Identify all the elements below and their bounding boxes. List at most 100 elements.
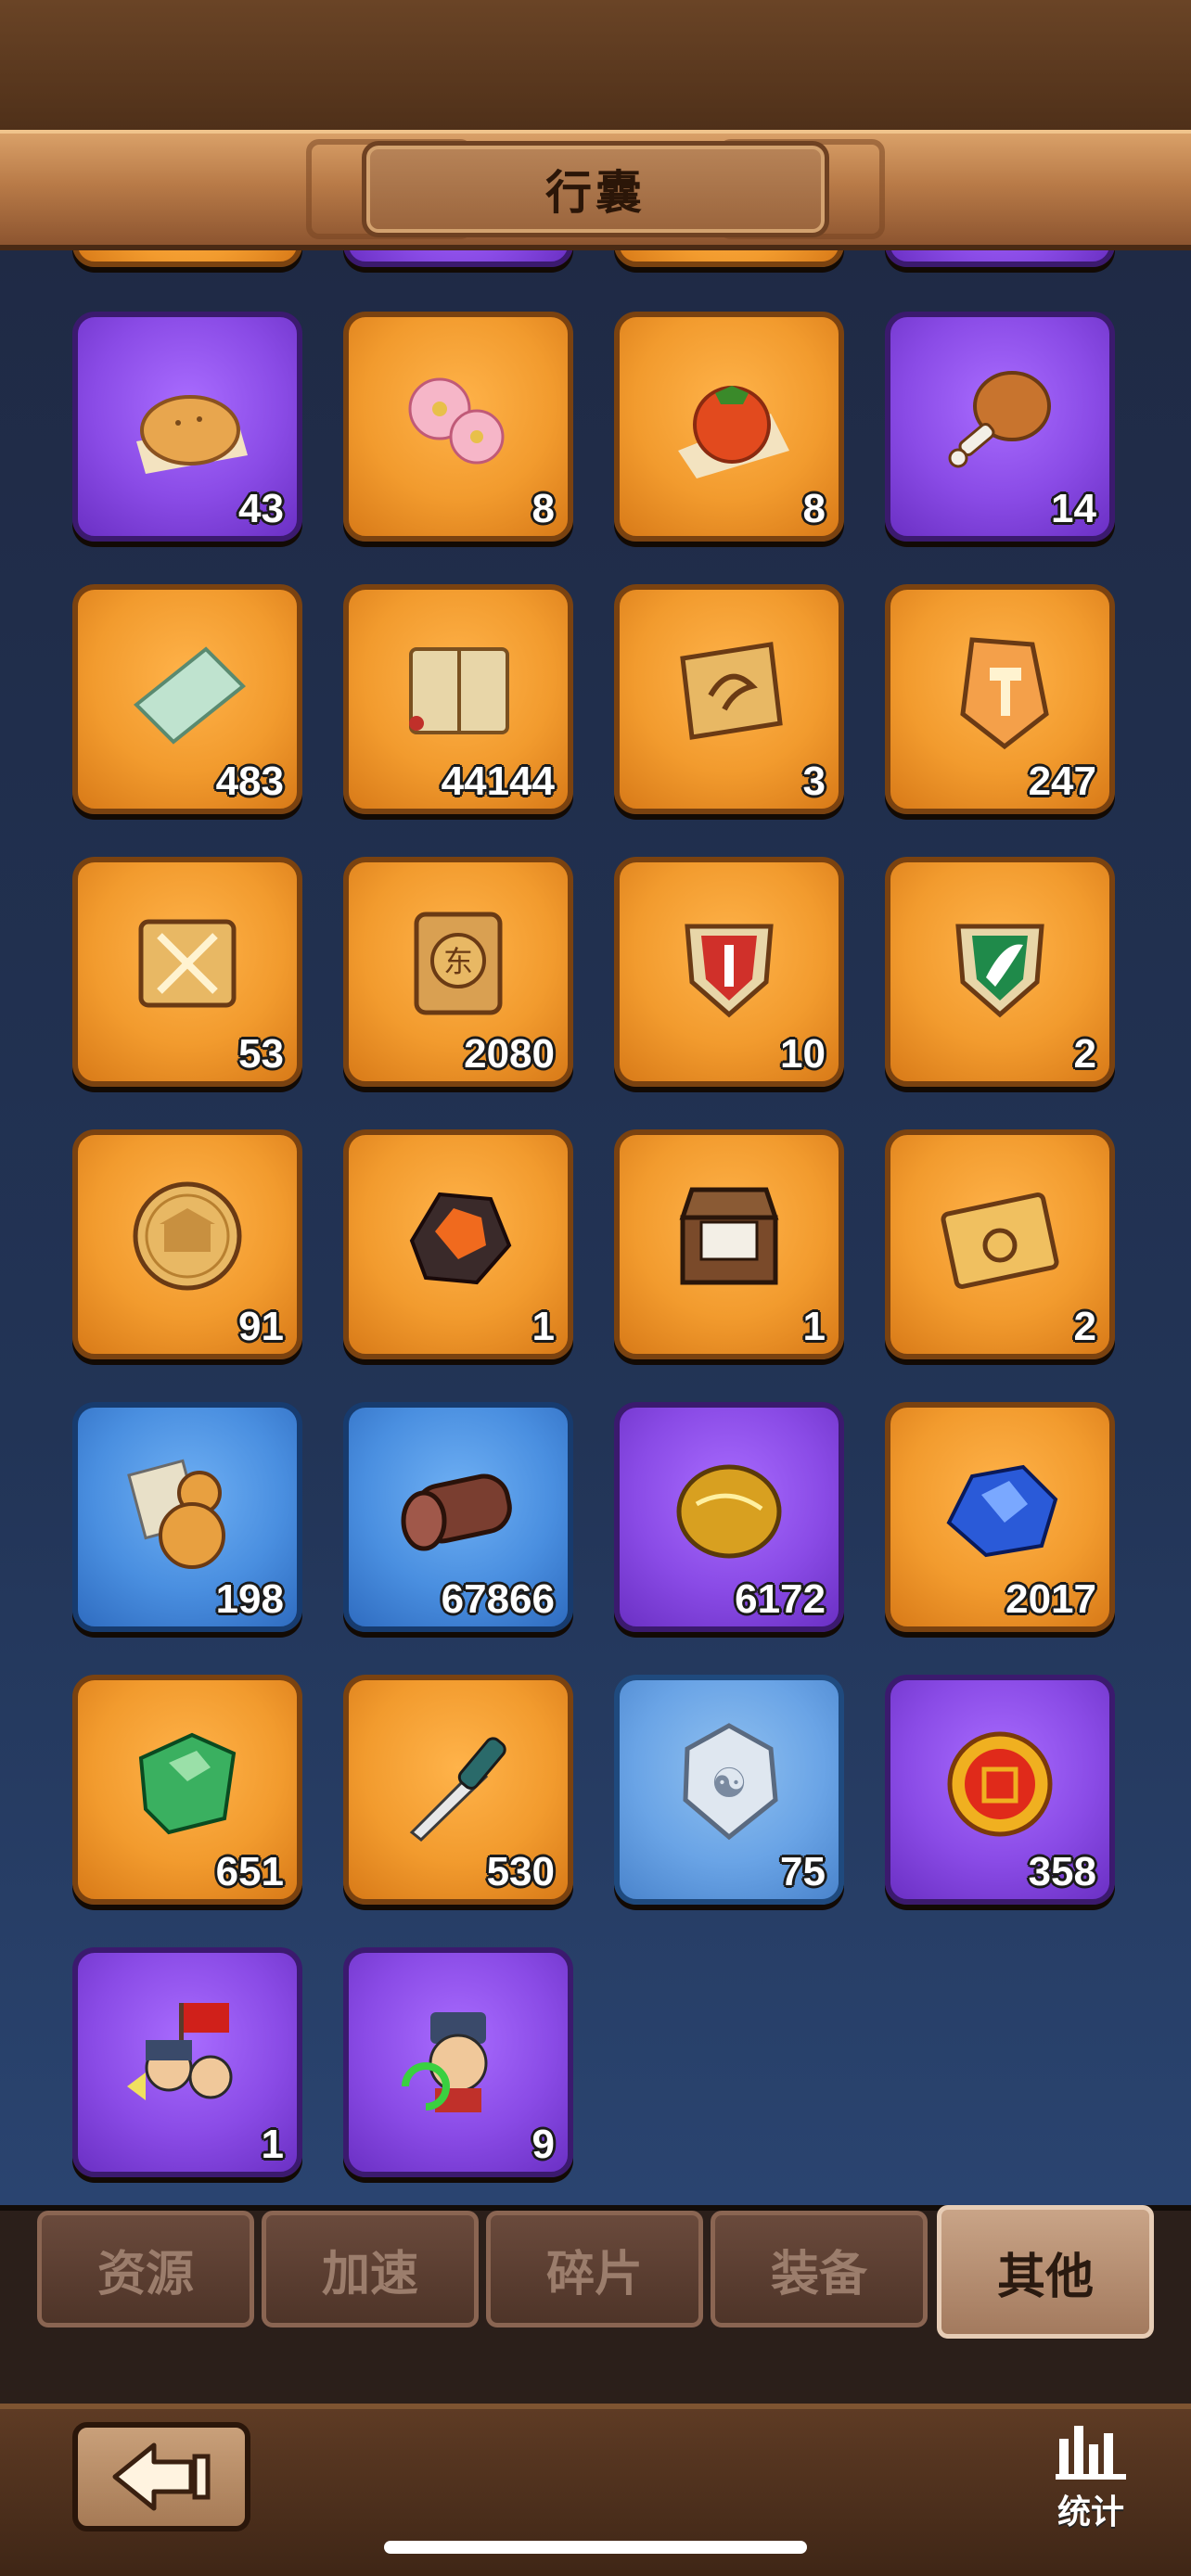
svg-text:东: 东 (443, 944, 473, 979)
gold-coin-icon (118, 1167, 257, 1306)
inventory-item[interactable]: 43 (72, 312, 302, 542)
home-indicator[interactable] (384, 2541, 807, 2554)
tiger-emblem-icon (660, 621, 799, 760)
inventory-item[interactable]: 6172 (614, 1402, 844, 1632)
plum-blossom-icon (389, 349, 528, 488)
inventory-item[interactable]: ☯ 75 (614, 1675, 844, 1905)
item-count: 8 (802, 486, 826, 531)
inventory-item[interactable]: 3 (614, 584, 844, 814)
gold-ore-icon (660, 1439, 799, 1578)
item-count: 1 (802, 1304, 826, 1349)
jade-slab-icon (118, 621, 257, 760)
lava-ore-icon (389, 1167, 528, 1306)
back-button[interactable] (72, 2422, 250, 2531)
wood-log-icon (389, 1439, 528, 1578)
inventory-item[interactable]: 8 (614, 312, 844, 542)
inventory-item[interactable]: 1 (343, 1129, 573, 1359)
item-count: 67866 (441, 1576, 555, 1622)
item-count: 1 (261, 2122, 284, 2167)
item-count: 651 (215, 1849, 284, 1894)
tab-label: 加速 (321, 2247, 418, 2302)
inventory-item[interactable]: 1 (72, 1947, 302, 2177)
item-count: 198 (215, 1576, 284, 1622)
tab-resources[interactable]: 资源 (37, 2211, 254, 2327)
stats-label: 统计 (1057, 2493, 1124, 2531)
inventory-item[interactable]: 2 (885, 857, 1115, 1087)
inventory-item[interactable]: 67866 (343, 1402, 573, 1632)
inventory-item[interactable]: 9 (343, 1947, 573, 2177)
item-count: 91 (238, 1304, 284, 1349)
inventory-item[interactable]: 44144 (343, 584, 573, 814)
silver-badge-icon: ☯ (660, 1712, 799, 1851)
inventory-item-partial[interactable] (885, 250, 1115, 267)
svg-text:☯: ☯ (711, 1760, 747, 1807)
item-count: 75 (780, 1849, 826, 1894)
item-count: 14 (1051, 486, 1096, 531)
item-count: 2080 (464, 1031, 555, 1077)
item-count: 43 (238, 486, 284, 531)
inventory-item[interactable]: 483 (72, 584, 302, 814)
persimmon-icon (660, 349, 799, 488)
inventory-item-partial[interactable] (343, 250, 573, 267)
tab-label: 其他 (996, 2250, 1094, 2304)
item-count: 530 (486, 1849, 555, 1894)
inventory-item[interactable]: 247 (885, 584, 1115, 814)
item-count: 2 (1073, 1031, 1096, 1077)
green-shield-icon (930, 894, 1069, 1033)
inventory-item[interactable]: 358 (885, 1675, 1115, 1905)
chicken-leg-icon (930, 349, 1069, 488)
dagger-icon (389, 1712, 528, 1851)
tab-label: 碎片 (545, 2247, 643, 2302)
inventory-item[interactable]: 2 (885, 1129, 1115, 1359)
pastry-icon (118, 349, 257, 488)
inventory-item[interactable]: 198 (72, 1402, 302, 1632)
tab-speedup[interactable]: 加速 (262, 2211, 479, 2327)
title-plate: 行囊 (362, 141, 829, 237)
bar-chart-icon (1056, 2426, 1126, 2480)
inventory-item[interactable]: 1 (614, 1129, 844, 1359)
inventory-item[interactable]: 2017 (885, 1402, 1115, 1632)
soldier-return-icon (389, 1984, 528, 2123)
item-count: 53 (238, 1031, 284, 1077)
inventory-item-partial[interactable] (72, 250, 302, 267)
inventory-item[interactable]: 10 (614, 857, 844, 1087)
inventory-item[interactable]: 651 (72, 1675, 302, 1905)
item-count: 483 (215, 759, 284, 804)
item-count: 358 (1028, 1849, 1096, 1894)
book-icon (389, 621, 528, 760)
item-count: 9 (531, 2122, 555, 2167)
tab-other[interactable]: 其他 (937, 2205, 1154, 2339)
top-decor-banner (0, 0, 1191, 130)
item-count: 247 (1028, 759, 1096, 804)
gold-badge-icon (930, 1712, 1069, 1851)
token-plaque-icon: 东 (389, 894, 528, 1033)
inventory-item[interactable]: 53 (72, 857, 302, 1087)
red-shield-icon (660, 894, 799, 1033)
item-count: 44144 (441, 759, 555, 804)
inventory-item[interactable]: 530 (343, 1675, 573, 1905)
item-count: 6172 (735, 1576, 826, 1622)
tab-fragments[interactable]: 碎片 (486, 2211, 703, 2327)
swords-puzzle-icon (118, 894, 257, 1033)
inventory-item[interactable]: 91 (72, 1129, 302, 1359)
jade-ore-icon (118, 1712, 257, 1851)
sapphire-ore-icon (930, 1439, 1069, 1578)
tab-label: 资源 (96, 2247, 194, 2302)
inventory-item-partial[interactable] (614, 250, 844, 267)
hammer-crystal-icon (930, 621, 1069, 760)
back-arrow-icon (112, 2442, 211, 2511)
inventory-item[interactable]: 8 (343, 312, 573, 542)
page-title: 行囊 (545, 167, 646, 219)
army-charge-icon (118, 1984, 257, 2123)
inventory-grid: 43 8 8 14 483 44144 3 247 53 东 2080 10 2 91 1 1 2 198 6786… (72, 250, 1115, 2177)
item-count: 10 (780, 1031, 826, 1077)
tab-equipment[interactable]: 装备 (711, 2211, 928, 2327)
cart-ticket-icon (930, 1167, 1069, 1306)
inventory-item[interactable]: 东 2080 (343, 857, 573, 1087)
stats-button[interactable]: 统计 (1035, 2420, 1146, 2541)
treasure-chest-icon (660, 1167, 799, 1306)
item-count: 2 (1073, 1304, 1096, 1349)
inventory-item[interactable]: 14 (885, 312, 1115, 542)
inventory-panel: 43 8 8 14 483 44144 3 247 53 东 2080 10 2 91 1 1 2 198 6786… (0, 250, 1191, 2205)
item-count: 8 (531, 486, 555, 531)
